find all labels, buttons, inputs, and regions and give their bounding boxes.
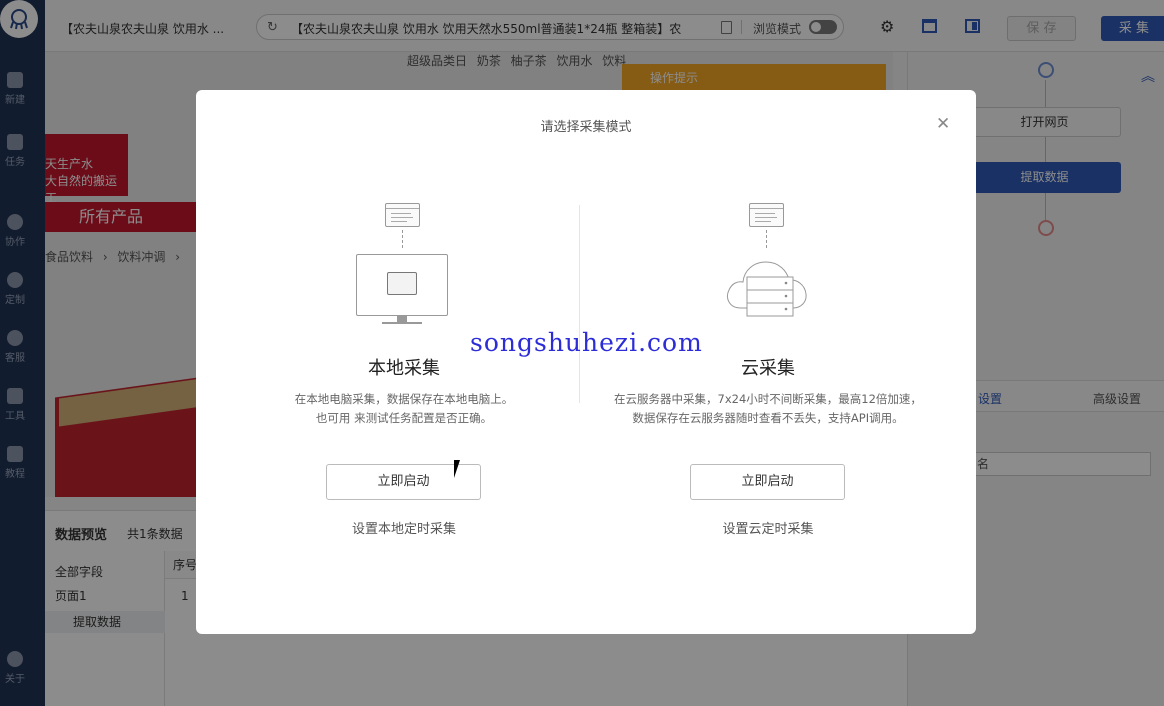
local-collect-desc: 在本地电脑采集，数据保存在本地电脑上。 也可用 来测试任务配置是否正确。 xyxy=(214,390,594,428)
cloud-desc-line1: 在云服务器中采集，7x24小时不间断采集，最高12倍加速， xyxy=(614,392,922,406)
cloud-collect-desc: 在云服务器中采集，7x24小时不间断采集，最高12倍加速， 数据保存在云服务器随… xyxy=(578,390,958,428)
flow-dash xyxy=(766,230,767,248)
browser-window-icon xyxy=(385,203,420,227)
local-desc-line2: 也可用 来测试任务配置是否正确。 xyxy=(315,411,493,425)
computer-monitor-icon xyxy=(356,254,448,316)
cloud-start-button[interactable]: 立即启动 xyxy=(690,464,845,500)
cloud-collect-option: 云采集 在云服务器中采集，7x24小时不间断采集，最高12倍加速， 数据保存在云… xyxy=(578,90,958,634)
mouse-cursor-icon xyxy=(454,460,460,478)
collect-mode-dialog: 请选择采集模式 ✕ 本地采集 在本地电脑采集，数据保存在本地电脑上。 也可用 来… xyxy=(196,90,976,634)
local-desc-line1: 在本地电脑采集，数据保存在本地电脑上。 xyxy=(294,392,514,406)
cloud-collect-heading: 云采集 xyxy=(741,358,795,379)
cloud-desc-line2: 数据保存在云服务器随时查看不丢失，支持API调用。 xyxy=(632,411,904,425)
local-collect-heading: 本地采集 xyxy=(368,358,440,379)
local-schedule-link[interactable]: 设置本地定时采集 xyxy=(214,518,594,537)
browser-window-icon xyxy=(749,203,784,227)
cloud-server-icon xyxy=(727,261,807,317)
watermark-text: songshuhezi.com xyxy=(470,328,703,357)
folder-icon xyxy=(387,272,417,295)
monitor-base xyxy=(382,322,422,324)
flow-dash xyxy=(402,230,403,248)
local-collect-option: 本地采集 在本地电脑采集，数据保存在本地电脑上。 也可用 来测试任务配置是否正确… xyxy=(214,90,594,634)
cloud-schedule-link[interactable]: 设置云定时采集 xyxy=(578,518,958,537)
